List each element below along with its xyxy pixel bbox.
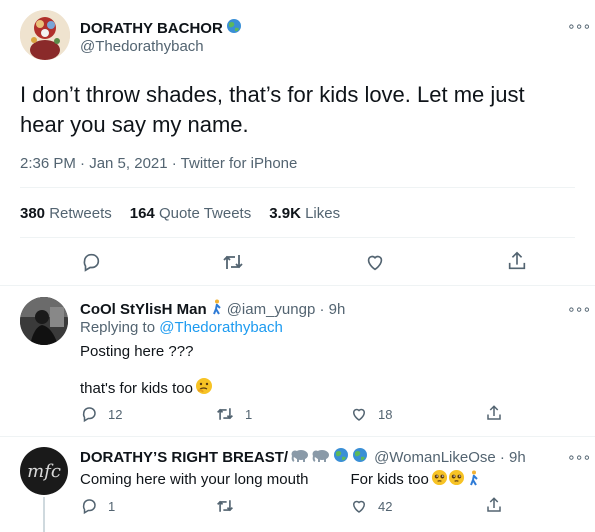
tweet-meta[interactable]: 2:36 PM · Jan 5, 2021 · Twitter for iPho… xyxy=(20,155,297,172)
elephant-icon xyxy=(312,448,330,466)
globe-icon xyxy=(226,18,242,38)
reply1-handle-time[interactable]: @iam_yungp · 9h xyxy=(227,301,346,318)
share-icon[interactable] xyxy=(506,250,528,272)
replying-to-handle[interactable]: @Thedorathybach xyxy=(159,319,283,336)
reply2-handle-time[interactable]: @WomanLikeOse · 9h xyxy=(374,449,526,466)
share-icon xyxy=(485,404,503,422)
retweets-stat[interactable]: 380 Retweets xyxy=(20,205,112,222)
reply2-retweet-action[interactable] xyxy=(215,497,245,515)
main-tweet-avatar[interactable] xyxy=(20,10,70,60)
more-options-icon[interactable]: ∘∘∘ xyxy=(567,449,591,466)
reply2-text-part2: For kids too xyxy=(350,471,429,488)
person-walking-icon xyxy=(211,299,223,319)
more-options-icon[interactable]: ∘∘∘ xyxy=(567,18,591,35)
reply2-reply-action[interactable]: 1 xyxy=(80,497,115,515)
likes-stat[interactable]: 3.9K Likes xyxy=(269,205,340,222)
reply2-share-action[interactable] xyxy=(485,496,503,514)
like-icon xyxy=(350,497,368,515)
thinking-face-icon xyxy=(195,377,213,399)
elephant-icon xyxy=(291,448,309,466)
avatar-image xyxy=(20,297,68,345)
reply2-avatar[interactable]: mfc xyxy=(20,447,68,495)
reply1-like-action[interactable]: 18 xyxy=(350,405,392,423)
reply1-display-name[interactable]: CoOl StYlisH Man xyxy=(80,301,207,318)
reply2-like-action[interactable]: 42 xyxy=(350,497,392,515)
pleading-face-icon xyxy=(448,469,465,490)
reply-icon[interactable] xyxy=(80,251,102,273)
divider xyxy=(20,237,575,238)
reply1-retweet-action[interactable]: 1 xyxy=(215,405,252,423)
reply2-display-name[interactable]: DORATHY’S RIGHT BREAST/ xyxy=(80,449,288,466)
pleading-face-icon xyxy=(431,469,448,490)
divider xyxy=(0,436,595,437)
person-walking-icon xyxy=(468,470,480,490)
reply-icon xyxy=(80,405,98,423)
tweet-stats: 380 Retweets 164 Quote Tweets 3.9K Likes xyxy=(20,205,340,222)
retweet-icon[interactable] xyxy=(221,251,245,273)
retweet-icon xyxy=(215,405,235,423)
reply1-line1: Posting here ??? xyxy=(80,343,194,360)
like-icon xyxy=(350,405,368,423)
like-icon[interactable] xyxy=(364,251,386,273)
thread-line xyxy=(43,497,45,532)
reply1-share-action[interactable] xyxy=(485,404,503,422)
share-icon xyxy=(485,496,503,514)
avatar-image xyxy=(20,10,70,60)
replying-to: Replying to @Thedorathybach xyxy=(80,319,283,336)
reply1-reply-action[interactable]: 12 xyxy=(80,405,122,423)
reply1-avatar[interactable] xyxy=(20,297,68,345)
reply1-line2: that's for kids too xyxy=(80,379,193,397)
avatar-monogram: mfc xyxy=(27,460,61,482)
retweet-icon xyxy=(215,497,235,515)
divider xyxy=(20,187,575,188)
quotes-stat[interactable]: 164 Quote Tweets xyxy=(130,205,251,222)
more-options-icon[interactable]: ∘∘∘ xyxy=(567,301,591,318)
reply2-text-part1: Coming here with your long mouth xyxy=(80,471,309,488)
display-name[interactable]: DORATHY BACHOR xyxy=(80,20,223,37)
divider xyxy=(0,285,595,286)
tweet-text: I don’t throw shades, that’s for kids lo… xyxy=(20,82,525,137)
reply-icon xyxy=(80,497,98,515)
globe-icon xyxy=(333,447,349,467)
handle[interactable]: @Thedorathybach xyxy=(80,38,204,55)
globe-icon xyxy=(352,447,368,467)
